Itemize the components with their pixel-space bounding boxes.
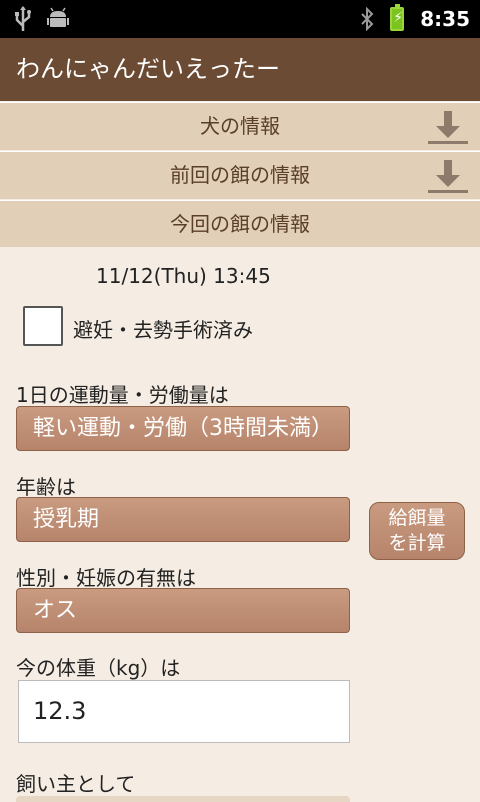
status-bar: ⚡ 8:35 [0, 0, 480, 38]
sex-spinner[interactable]: オス [16, 588, 350, 633]
section-previous-feed-label: 前回の餌の情報 [170, 163, 310, 187]
neutered-label: 避妊・去勢手術済み [73, 318, 253, 342]
section-previous-feed-info[interactable]: 前回の餌の情報 [0, 151, 480, 199]
calculate-feed-line2: を計算 [388, 532, 446, 554]
calculate-feed-line1: 給餌量 [388, 507, 446, 529]
age-spinner[interactable]: 授乳期 [16, 497, 350, 542]
weight-label: 今の体重（kg）は [16, 656, 181, 680]
section-current-feed-label: 今回の餌の情報 [170, 212, 310, 236]
calculate-feed-button[interactable]: 給餌量 を計算 [369, 502, 465, 560]
weight-input[interactable]: 12.3 [18, 680, 350, 743]
usb-icon [15, 6, 31, 31]
owner-label: 飼い主として [16, 772, 136, 796]
clock: 8:35 [420, 7, 470, 31]
section-dog-info-label: 犬の情報 [200, 114, 280, 138]
activity-label: 1日の運動量・労働量は [16, 383, 229, 407]
section-dog-info[interactable]: 犬の情報 [0, 102, 480, 150]
download-icon[interactable] [426, 109, 470, 145]
activity-spinner[interactable]: 軽い運動・労働（3時間未満） [16, 406, 350, 451]
sex-label: 性別・妊娠の有無は [16, 566, 196, 590]
android-debug-icon [47, 7, 69, 27]
bluetooth-icon [361, 7, 374, 31]
battery-charging-icon: ⚡ [390, 4, 405, 31]
download-icon[interactable] [426, 158, 470, 194]
datetime-label: 11/12(Thu) 13:45 [96, 264, 271, 288]
app-title: わんにゃんだいえったー [0, 38, 480, 101]
next-field-edge [16, 796, 350, 802]
section-current-feed-info: 今回の餌の情報 [0, 200, 480, 247]
neutered-checkbox[interactable] [23, 306, 63, 346]
age-label: 年齢は [16, 475, 76, 499]
